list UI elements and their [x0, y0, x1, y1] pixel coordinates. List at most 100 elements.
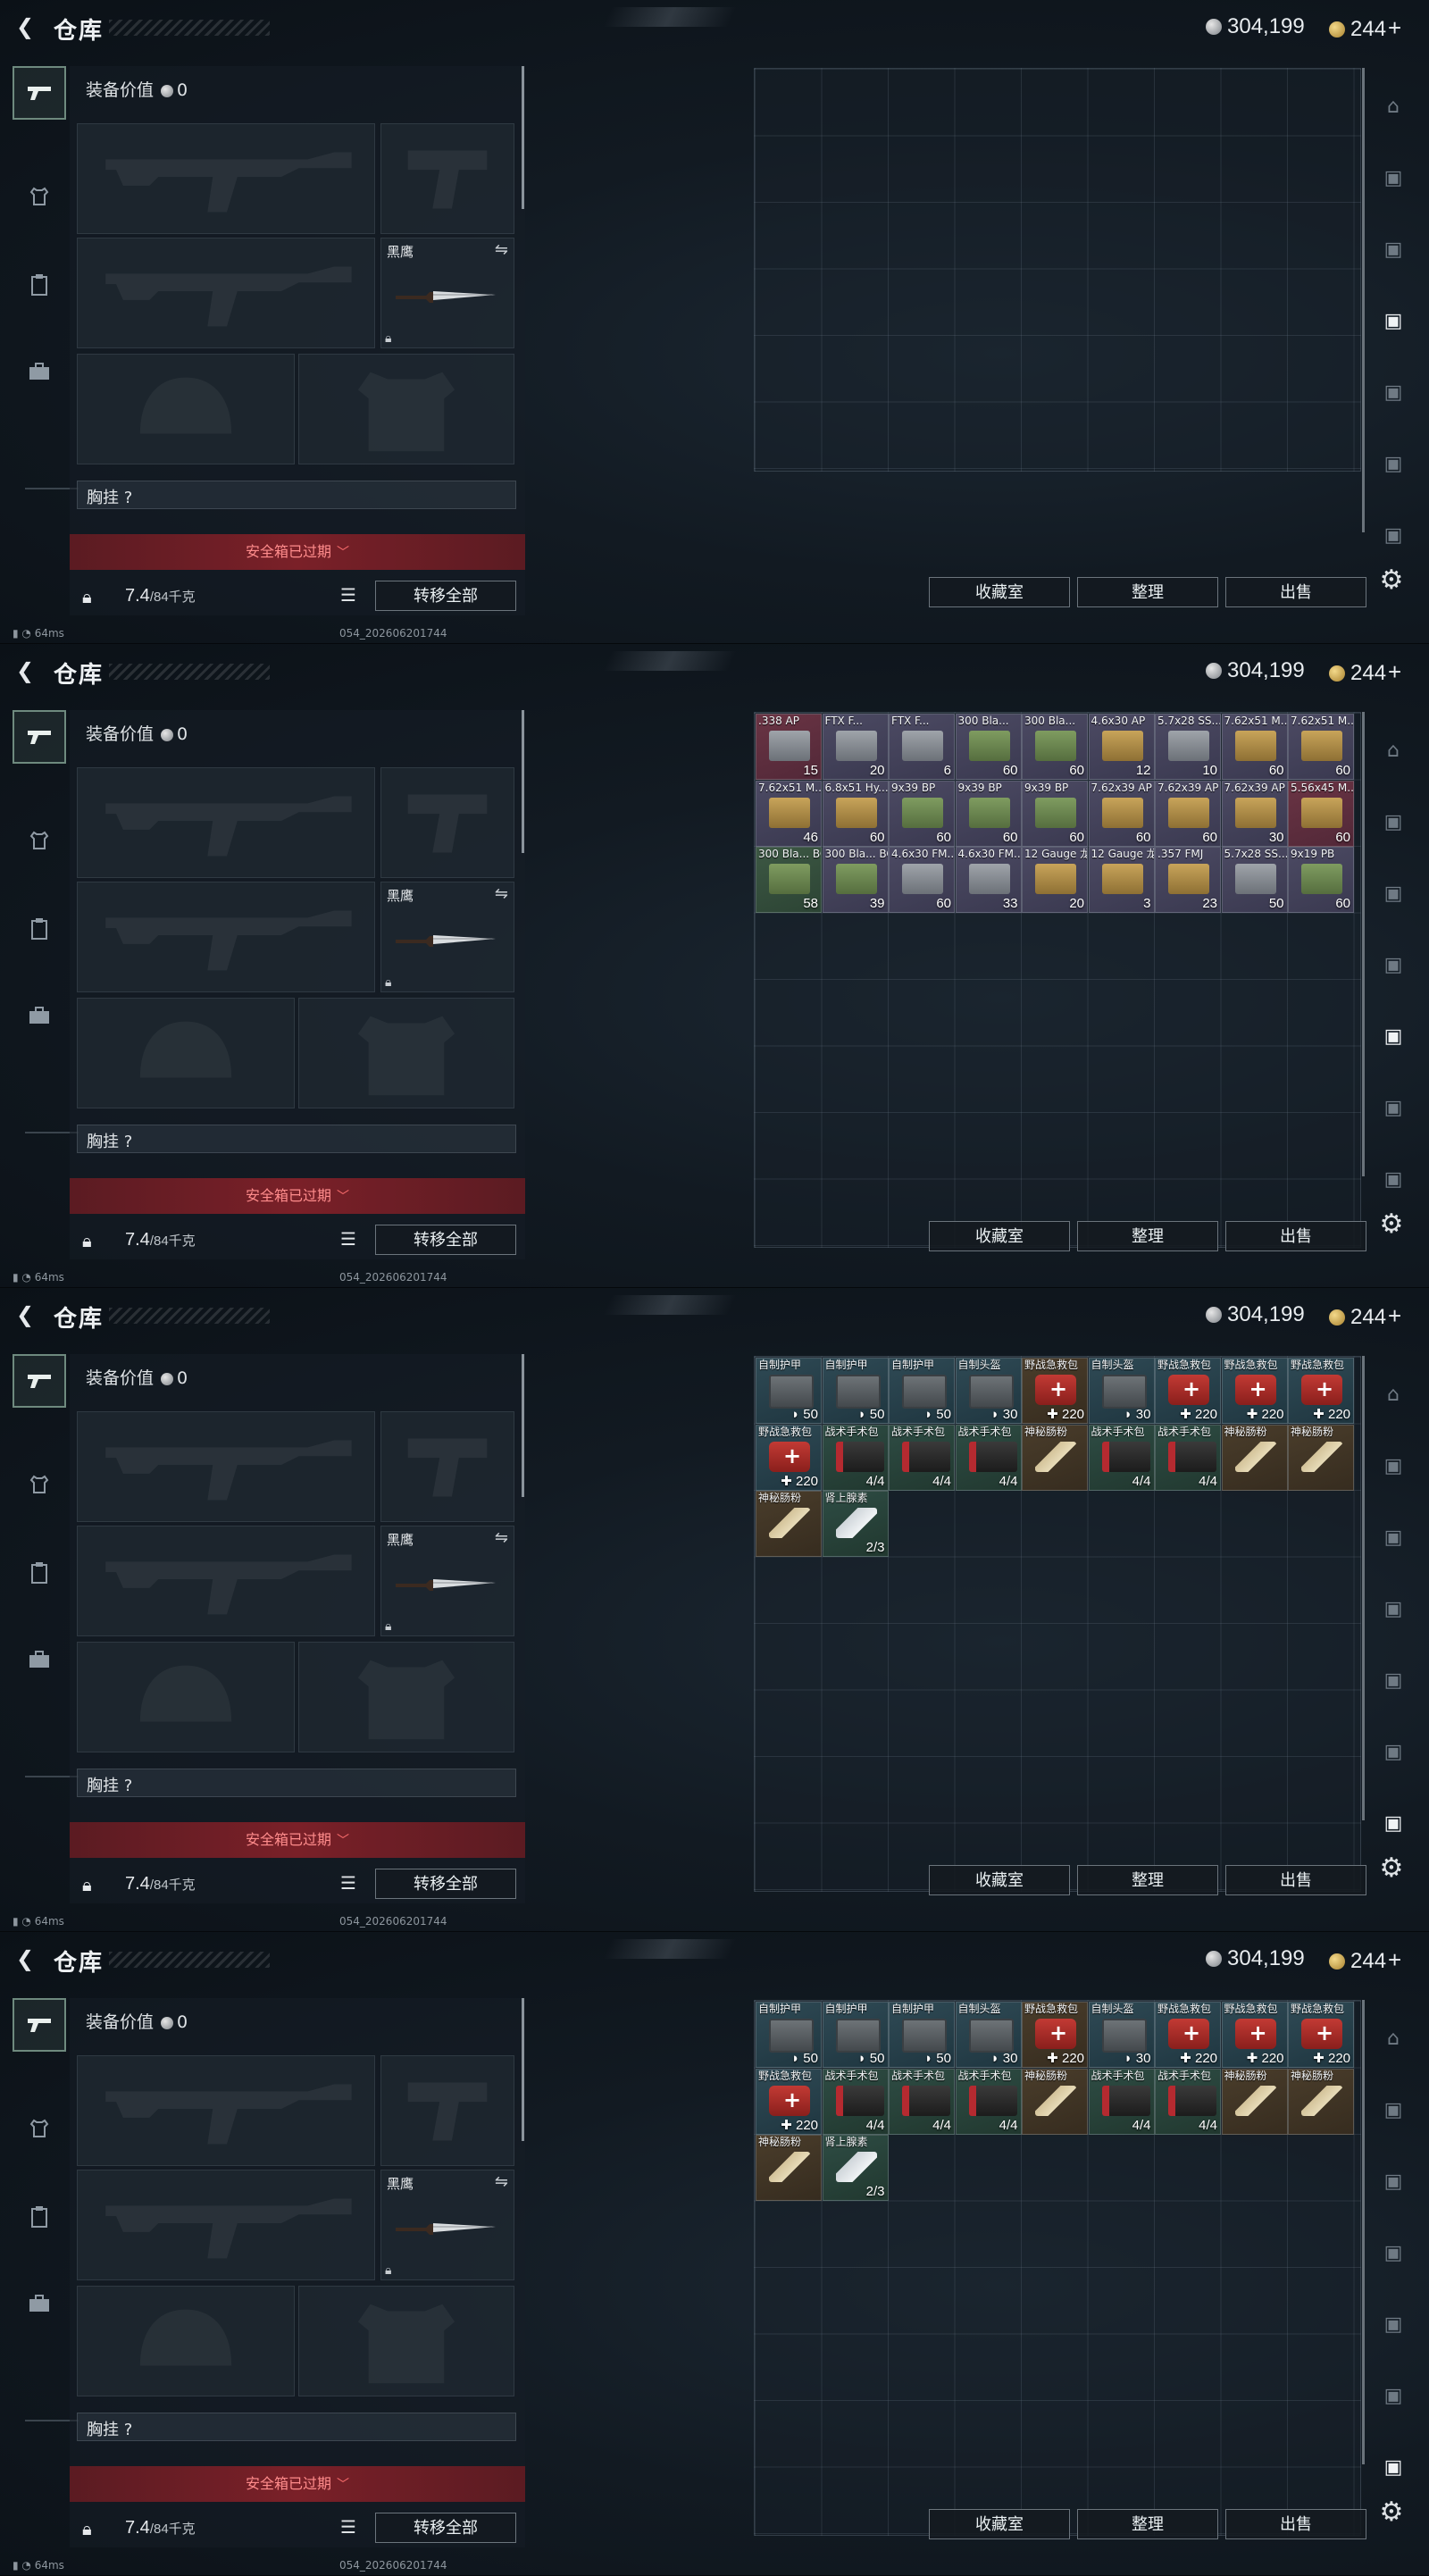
- ammo-item[interactable]: 300 Bla... BC... 39: [822, 847, 889, 913]
- melee-slot[interactable]: 黑鹰 ⇋ 🔒︎: [380, 1526, 514, 1636]
- storage-box-icon[interactable]: ▣: [1374, 805, 1413, 841]
- storage-box-icon[interactable]: ▣: [1374, 1449, 1413, 1485]
- medical-item[interactable]: 野战急救包 ✚ 220: [1022, 1358, 1088, 1424]
- ammo-item[interactable]: 7.62x39 AP 60: [1088, 780, 1155, 847]
- medical-item[interactable]: 自制护甲 ◗ 50: [822, 1358, 889, 1424]
- medical-item[interactable]: 神秘肠粉: [756, 1491, 822, 1557]
- medical-item[interactable]: 战术手术包 4/4: [955, 1424, 1022, 1491]
- ammo-item[interactable]: 5.7x28 SS... 10: [1155, 714, 1221, 780]
- tab-armor[interactable]: [13, 814, 66, 867]
- primary-weapon-slot[interactable]: [77, 123, 375, 234]
- helmet-slot[interactable]: [77, 998, 295, 1108]
- medical-item[interactable]: 野战急救包 ✚ 220: [1022, 2002, 1088, 2068]
- ammo-item[interactable]: .357 FMJ 23: [1155, 847, 1221, 913]
- medical-item[interactable]: 神秘肠粉: [1288, 1424, 1354, 1491]
- medical-item[interactable]: 自制护甲 ◗ 50: [822, 2002, 889, 2068]
- storage-box-icon[interactable]: ▣: [1374, 1162, 1413, 1198]
- tab-items[interactable]: [13, 2277, 66, 2330]
- tab-weapons[interactable]: [13, 1998, 66, 2052]
- ammo-item[interactable]: 4.6x30 FM... 60: [889, 847, 955, 913]
- storage-box-icon[interactable]: ▣: [1374, 1806, 1413, 1842]
- ammo-item[interactable]: FTX F... 20: [822, 714, 889, 780]
- swap-icon[interactable]: ⇋: [495, 2172, 508, 2191]
- helmet-slot[interactable]: [77, 1642, 295, 1752]
- medical-item[interactable]: 战术手术包 4/4: [1088, 2068, 1155, 2135]
- helmet-slot[interactable]: [77, 2286, 295, 2396]
- secondary-weapon-slot[interactable]: [77, 882, 375, 992]
- body-armor-slot[interactable]: [298, 1642, 514, 1752]
- storage-box-icon[interactable]: ▣: [1374, 1663, 1413, 1699]
- safe-box-expired-banner[interactable]: 安全箱已过期 ﹀: [70, 1178, 525, 1214]
- medical-item[interactable]: 神秘肠粉: [1022, 2068, 1088, 2135]
- safe-box-expired-banner[interactable]: 安全箱已过期 ﹀: [70, 2466, 525, 2502]
- ammo-item[interactable]: 9x39 BP 60: [889, 780, 955, 847]
- body-armor-slot[interactable]: [298, 354, 514, 464]
- ammo-item[interactable]: 6.8x51 Hy... 60: [822, 780, 889, 847]
- gear-icon[interactable]: ⚙: [1375, 565, 1408, 597]
- storage-box-icon[interactable]: ▣: [1374, 2450, 1413, 2486]
- add-gold-icon[interactable]: +: [1388, 14, 1401, 41]
- ammo-item[interactable]: 4.6x30 FM... 33: [955, 847, 1022, 913]
- vault-icon[interactable]: ⌂: [1374, 89, 1413, 125]
- chest-rig-slot[interactable]: 胸挂 ?: [77, 1769, 516, 1797]
- primary-weapon-slot[interactable]: [77, 767, 375, 878]
- medical-item[interactable]: 野战急救包 ✚ 220: [1288, 1358, 1354, 1424]
- storage-box-icon[interactable]: ▣: [1374, 447, 1413, 482]
- collection-room-button[interactable]: 收藏室: [929, 1865, 1070, 1895]
- ammo-item[interactable]: FTX F... 6: [889, 714, 955, 780]
- gold-currency[interactable]: 244+: [1329, 1302, 1401, 1330]
- medical-item[interactable]: 神秘肠粉: [1288, 2068, 1354, 2135]
- medical-item[interactable]: 神秘肠粉: [1221, 1424, 1288, 1491]
- medical-item[interactable]: 自制头盔 ◗ 30: [1088, 1358, 1155, 1424]
- transfer-all-button[interactable]: 转移全部: [375, 2513, 516, 2543]
- equipment-scrollbar[interactable]: [522, 1354, 524, 1497]
- list-icon[interactable]: ☰: [336, 1872, 361, 1895]
- medical-item[interactable]: 自制护甲 ◗ 50: [756, 1358, 822, 1424]
- medical-item[interactable]: 战术手术包 4/4: [822, 1424, 889, 1491]
- pistol-slot[interactable]: [380, 767, 514, 878]
- pistol-slot[interactable]: [380, 1411, 514, 1522]
- equipment-scrollbar[interactable]: [522, 1998, 524, 2141]
- medical-item[interactable]: 战术手术包 4/4: [1155, 1424, 1221, 1491]
- pistol-slot[interactable]: [380, 2055, 514, 2166]
- tab-weapons[interactable]: [13, 710, 66, 764]
- gold-currency[interactable]: 244+: [1329, 1946, 1401, 1974]
- ammo-item[interactable]: 300 Bla... 60: [1022, 714, 1088, 780]
- collection-room-button[interactable]: 收藏室: [929, 1221, 1070, 1251]
- tab-consumables[interactable]: [13, 2190, 66, 2244]
- add-gold-icon[interactable]: +: [1388, 1946, 1401, 1973]
- organize-button[interactable]: 整理: [1077, 2509, 1218, 2539]
- medical-item[interactable]: 自制护甲 ◗ 50: [756, 2002, 822, 2068]
- storage-box-icon[interactable]: ▣: [1374, 375, 1413, 411]
- collection-room-button[interactable]: 收藏室: [929, 2509, 1070, 2539]
- storage-box-icon[interactable]: ▣: [1374, 1520, 1413, 1556]
- medical-item[interactable]: 肾上腺素 2/3: [822, 1491, 889, 1557]
- storage-scrollbar[interactable]: [1362, 1356, 1365, 1820]
- ammo-item[interactable]: 7.62x51 M... 60: [1221, 714, 1288, 780]
- medical-item[interactable]: 战术手术包 4/4: [955, 2068, 1022, 2135]
- vault-icon[interactable]: ⌂: [1374, 1377, 1413, 1413]
- primary-weapon-slot[interactable]: [77, 2055, 375, 2166]
- medical-item[interactable]: 战术手术包 4/4: [889, 2068, 955, 2135]
- medical-item[interactable]: 战术手术包 4/4: [1088, 1424, 1155, 1491]
- add-gold-icon[interactable]: +: [1388, 1302, 1401, 1329]
- ammo-item[interactable]: 12 Gauge 龙... 3: [1088, 847, 1155, 913]
- medical-item[interactable]: 神秘肠粉: [1221, 2068, 1288, 2135]
- tab-armor[interactable]: [13, 1458, 66, 1511]
- secondary-weapon-slot[interactable]: [77, 2170, 375, 2280]
- tab-items[interactable]: [13, 345, 66, 398]
- collection-room-button[interactable]: 收藏室: [929, 577, 1070, 607]
- storage-box-icon[interactable]: ▣: [1374, 232, 1413, 268]
- sell-button[interactable]: 出售: [1225, 1221, 1366, 1251]
- vault-icon[interactable]: ⌂: [1374, 733, 1413, 769]
- medical-item[interactable]: 战术手术包 4/4: [1155, 2068, 1221, 2135]
- medical-item[interactable]: 野战急救包 ✚ 220: [1155, 2002, 1221, 2068]
- gear-icon[interactable]: ⚙: [1375, 1209, 1408, 1241]
- list-icon[interactable]: ☰: [336, 1228, 361, 1251]
- back-arrow-icon[interactable]: ❮: [13, 14, 38, 39]
- vault-icon[interactable]: ⌂: [1374, 2021, 1413, 2057]
- chest-rig-slot[interactable]: 胸挂 ?: [77, 2413, 516, 2441]
- medical-item[interactable]: 战术手术包 4/4: [822, 2068, 889, 2135]
- medical-item[interactable]: 战术手术包 4/4: [889, 1424, 955, 1491]
- medical-item[interactable]: 自制头盔 ◗ 30: [955, 1358, 1022, 1424]
